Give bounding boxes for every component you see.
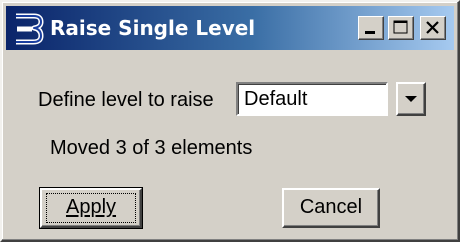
dropdown-arrow-icon	[405, 96, 417, 102]
level-label: Define level to raise	[38, 89, 214, 111]
minimize-icon	[365, 31, 375, 34]
level-select-field[interactable]: Default	[236, 82, 388, 116]
level-dropdown-button[interactable]	[396, 82, 426, 116]
bentley-b-icon	[16, 13, 44, 45]
maximize-button[interactable]	[388, 16, 414, 40]
apply-button-label: Apply	[65, 196, 117, 218]
minimize-button[interactable]	[358, 16, 384, 40]
maximize-icon	[393, 20, 408, 34]
close-icon	[426, 21, 439, 34]
close-button[interactable]	[420, 16, 446, 40]
cancel-button[interactable]: Cancel	[282, 188, 380, 228]
status-message: Moved 3 of 3 elements	[50, 137, 253, 159]
raise-single-level-dialog: Raise Single Level Define level to raise…	[0, 0, 460, 242]
title-bar[interactable]: Raise Single Level	[6, 6, 454, 50]
window-title: Raise Single Level	[50, 16, 256, 40]
apply-button[interactable]: Apply	[39, 187, 143, 229]
cancel-button-label: Cancel	[299, 196, 363, 218]
